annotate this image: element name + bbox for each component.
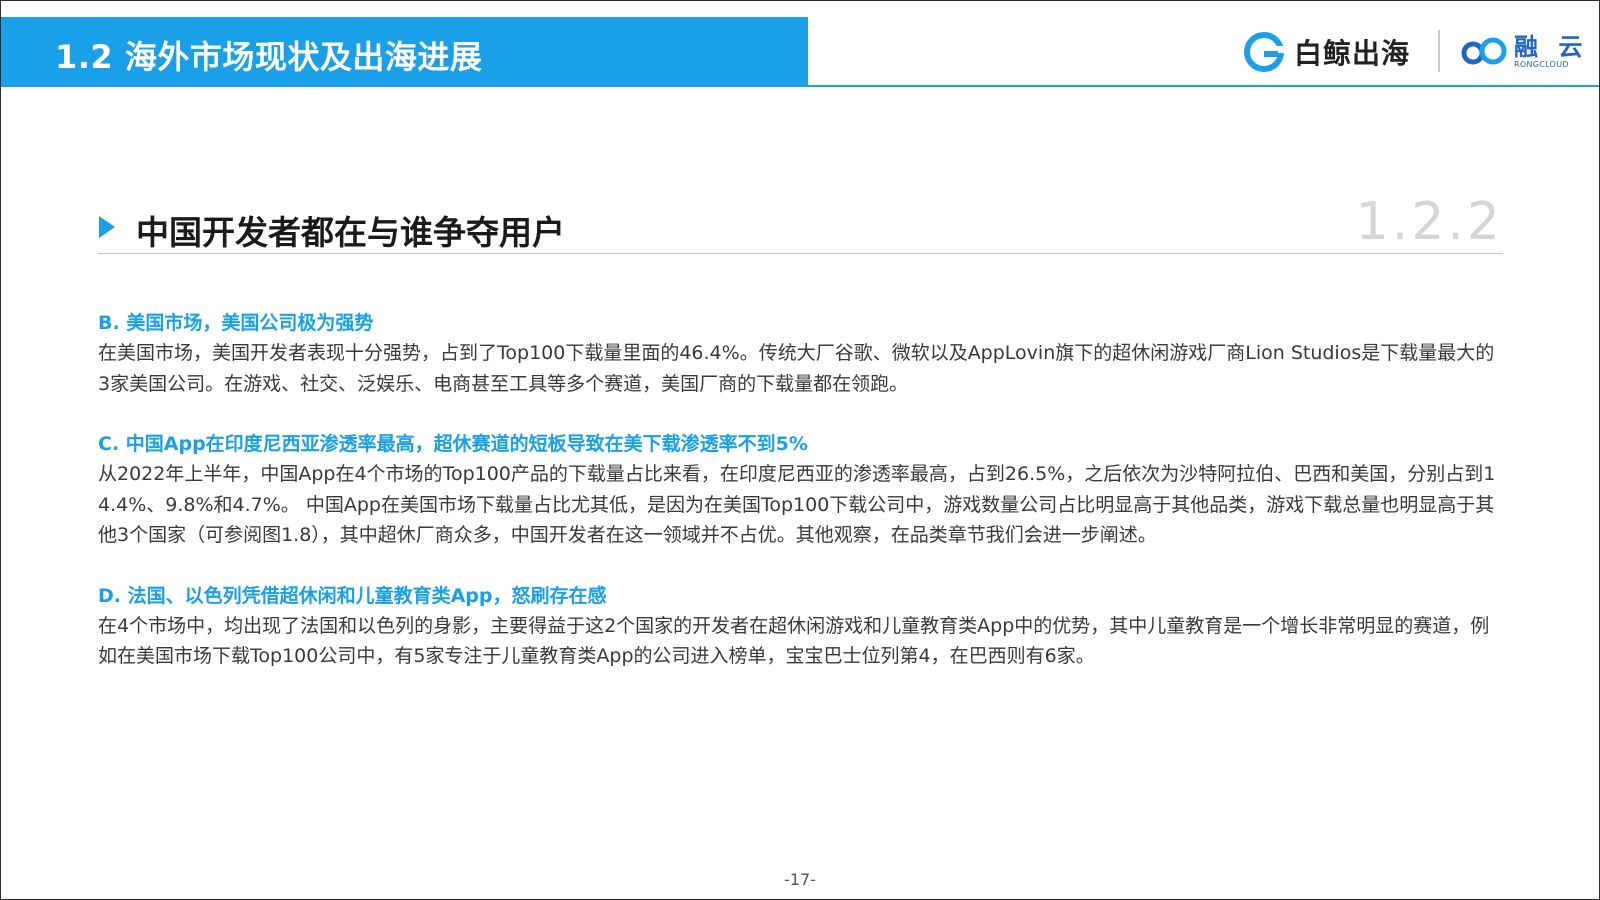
logo-divider xyxy=(1438,30,1440,72)
paragraph-body: 在4个市场中，均出现了法国和以色列的身影，主要得益于这2个国家的开发者在超休闲游… xyxy=(98,614,1490,668)
paragraph-block-c: C. 中国App在印度尼西亚渗透率最高，超休赛道的短板导致在美下载渗透率不到5%… xyxy=(98,429,1498,551)
rongcloud-logo-en: RONGCLOUD xyxy=(1514,60,1569,69)
header-title: 1.2 海外市场现状及出海进展 xyxy=(55,38,483,76)
header-rule xyxy=(1,85,1599,87)
paragraph-heading: D. 法国、以色列凭借超休闲和儿童教育类App，怒刷存在感 xyxy=(98,584,607,607)
rongcloud-logo: 融 云 RONGCLOUD xyxy=(1460,32,1588,72)
baijing-logo-text: 白鲸出海 xyxy=(1294,37,1411,70)
content-area: B. 美国市场，美国公司极为强势 在美国市场，美国开发者表现十分强势，占到了To… xyxy=(98,308,1498,702)
paragraph-body: 在美国市场，美国开发者表现十分强势，占到了Top100下载量里面的46.4%。传… xyxy=(98,342,1495,395)
paragraph-block-d: D. 法国、以色列凭借超休闲和儿童教育类App，怒刷存在感 在4个市场中，均出现… xyxy=(98,581,1498,672)
paragraph-body: 从2022年上半年，中国App在4个市场的Top100产品的下载量占比来看，在印… xyxy=(98,463,1496,546)
rongcloud-infinity-icon xyxy=(1461,37,1507,65)
paragraph-block-b: B. 美国市场，美国公司极为强势 在美国市场，美国开发者表现十分强势，占到了To… xyxy=(98,308,1498,399)
baijing-whale-icon xyxy=(1244,32,1284,72)
rongcloud-logo-cn: 融 云 xyxy=(1514,33,1589,61)
baijing-logo: 白鲸出海 xyxy=(1244,30,1410,74)
section-title: 中国开发者都在与谁争夺用户 xyxy=(136,213,565,252)
paragraph-heading: B. 美国市场，美国公司极为强势 xyxy=(98,312,374,334)
paragraph-heading: C. 中国App在印度尼西亚渗透率最高，超休赛道的短板导致在美下载渗透率不到5% xyxy=(98,433,808,455)
section-number: 1.2.2 xyxy=(1355,192,1503,252)
section-arrow-icon xyxy=(99,216,115,238)
section-divider xyxy=(98,253,1503,254)
page-number: -17- xyxy=(784,870,816,889)
